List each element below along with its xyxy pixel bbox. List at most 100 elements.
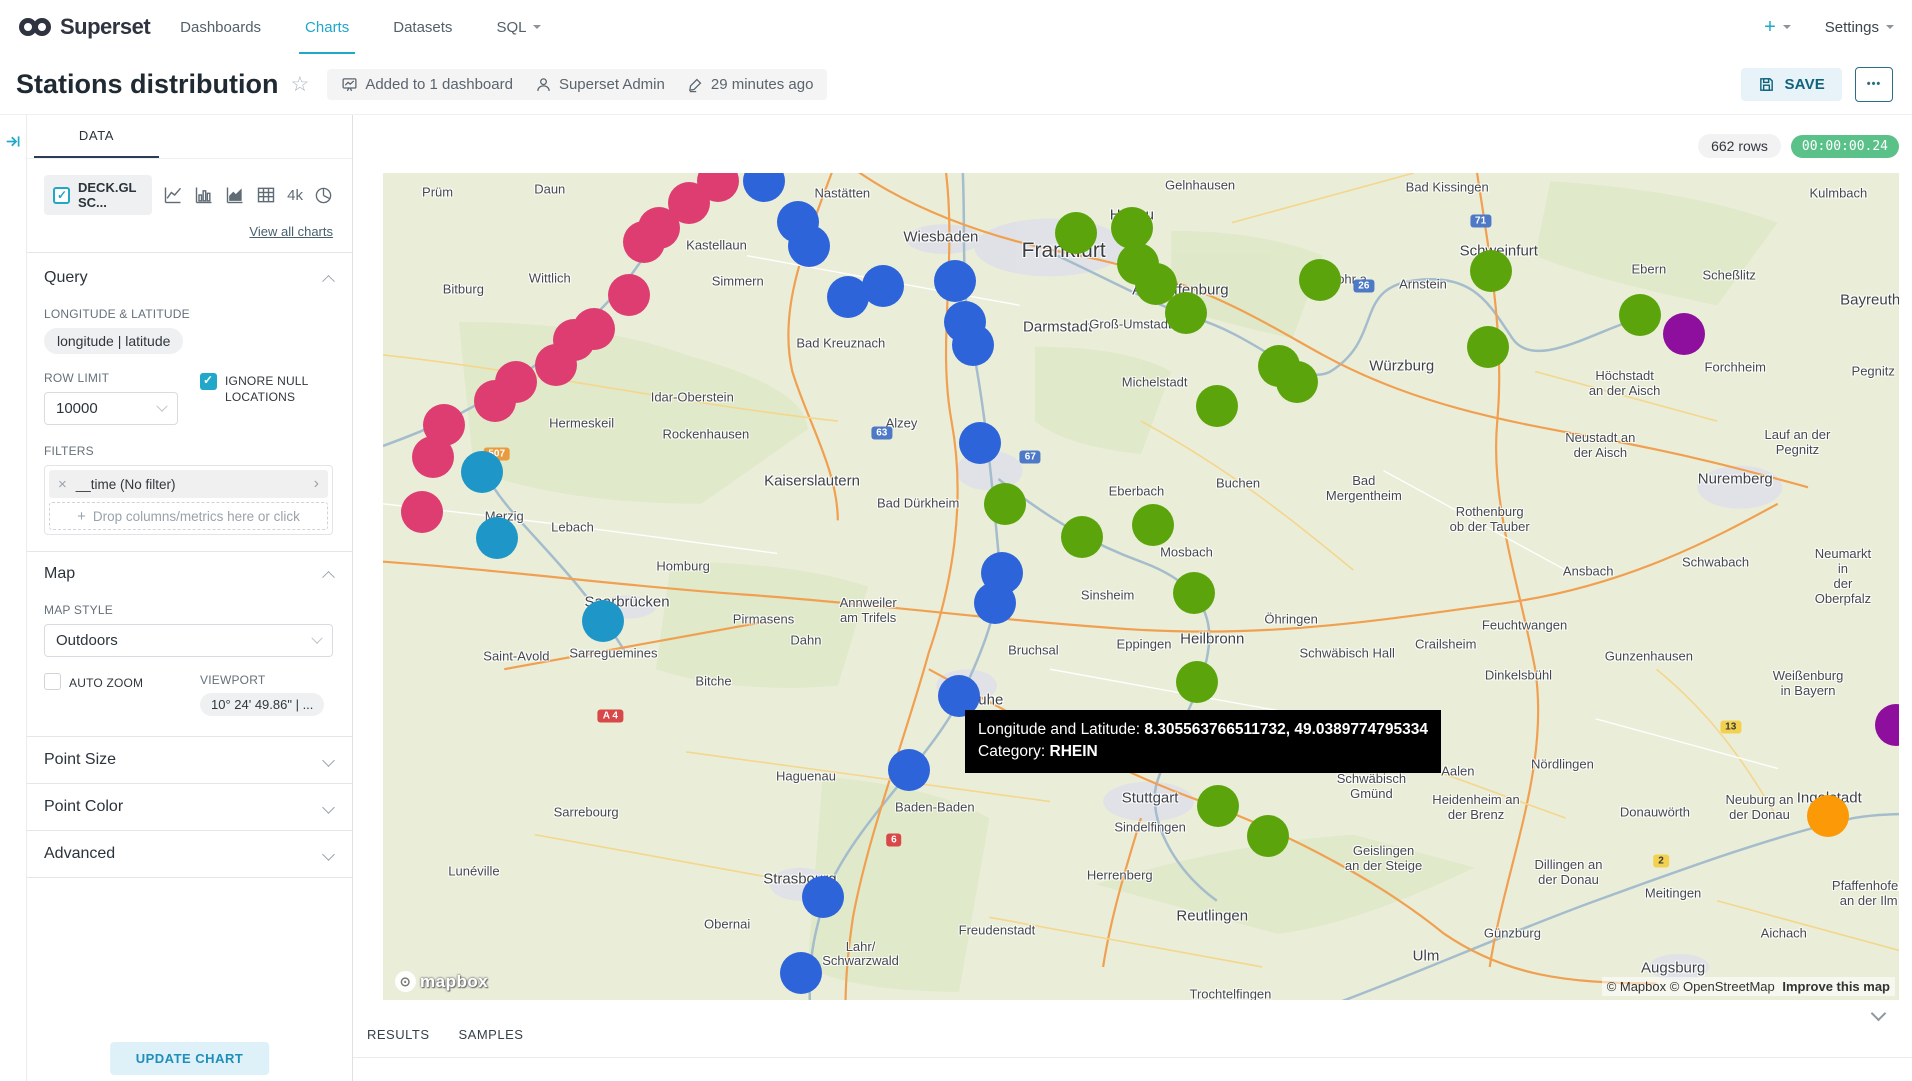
map-point-orange[interactable] — [1807, 795, 1849, 837]
settings-menu[interactable]: Settings — [1825, 19, 1894, 36]
superset-logo[interactable]: Superset — [18, 14, 150, 40]
map-tooltip: Longitude and Latitude: 8.30556376651173… — [965, 710, 1441, 773]
tab-samples[interactable]: SAMPLES — [459, 1027, 524, 1042]
viewport-pill[interactable]: 10° 24' 49.86" | ... — [200, 693, 324, 716]
tooltip-lonlat-label: Longitude and Latitude: — [978, 721, 1144, 738]
map-point-green[interactable] — [1299, 259, 1341, 301]
map-point-blue[interactable] — [952, 324, 994, 366]
save-button[interactable]: SAVE — [1741, 68, 1842, 101]
last-modified-badge[interactable]: 29 minutes ago — [687, 76, 814, 93]
auto-zoom-label: AUTO ZOOM — [69, 673, 143, 716]
map-point-green[interactable] — [1061, 516, 1103, 558]
update-chart-button[interactable]: UPDATE CHART — [110, 1042, 270, 1075]
filters-drop-zone[interactable]: + Drop columns/metrics here or click — [49, 502, 328, 530]
nav-item-charts[interactable]: Charts — [305, 0, 349, 54]
map-point-green[interactable] — [1619, 294, 1661, 336]
map-attribution[interactable]: © Mapbox © OpenStreetMap Improve this ma… — [1602, 977, 1895, 996]
map-point-green[interactable] — [1173, 572, 1215, 614]
auto-zoom-checkbox[interactable] — [44, 673, 61, 690]
map-point-green[interactable] — [1055, 212, 1097, 254]
mapbox-logo[interactable]: ⊙ mapbox — [395, 971, 488, 992]
map-point-green[interactable] — [1197, 785, 1239, 827]
map-point-pink[interactable] — [412, 436, 454, 478]
view-all-charts-link[interactable]: View all charts — [46, 224, 333, 239]
nav-item-sql[interactable]: SQL — [496, 0, 541, 54]
map-style-select[interactable]: Outdoors — [44, 624, 333, 657]
bar-chart-icon[interactable] — [194, 185, 214, 205]
tab-results[interactable]: RESULTS — [367, 1027, 430, 1042]
viz-type-label: DECK.GL SC... — [78, 180, 143, 210]
collapse-results-icon[interactable] — [1871, 1006, 1887, 1022]
map-canvas[interactable]: PrümDaunNastättenGelnhausenBad Kissingen… — [383, 173, 1899, 1000]
map-point-cyan[interactable] — [461, 451, 503, 493]
map-point-green[interactable] — [1132, 504, 1174, 546]
map-point-green[interactable] — [1165, 292, 1207, 334]
map-point-pink[interactable] — [535, 344, 577, 386]
map-point-blue[interactable] — [862, 265, 904, 307]
nav-item-dashboards[interactable]: Dashboards — [180, 0, 261, 54]
section-point-color[interactable]: Point Color — [27, 784, 352, 830]
map-point-green[interactable] — [1470, 250, 1512, 292]
filter-time-pill[interactable]: × __time (No filter) › — [49, 470, 328, 498]
save-icon — [1758, 76, 1775, 93]
line-chart-icon[interactable] — [163, 185, 183, 205]
plus-icon: + — [77, 508, 86, 525]
map-point-blue[interactable] — [974, 582, 1016, 624]
map-point-blue[interactable] — [934, 260, 976, 302]
section-title: Point Color — [44, 798, 123, 816]
improve-map-link[interactable]: Improve this map — [1782, 979, 1890, 994]
area-chart-icon[interactable] — [225, 185, 245, 205]
map-point-blue[interactable] — [780, 952, 822, 994]
more-options-button[interactable]: ••• — [1855, 67, 1893, 102]
road-shield: A 4 — [598, 710, 623, 723]
ignore-null-checkbox[interactable] — [200, 373, 217, 390]
nav-item-datasets[interactable]: Datasets — [393, 0, 452, 54]
plus-icon: + — [1764, 16, 1776, 39]
map-point-pink[interactable] — [474, 380, 516, 422]
map-point-green[interactable] — [1467, 326, 1509, 368]
infinity-logo-icon — [18, 16, 52, 38]
new-item-button[interactable]: + — [1764, 16, 1791, 39]
owner-badge[interactable]: Superset Admin — [535, 76, 665, 93]
map-point-cyan[interactable] — [476, 517, 518, 559]
dashboard-count-badge[interactable]: Added to 1 dashboard — [341, 76, 513, 93]
expand-panel-icon[interactable] — [5, 133, 22, 150]
mapbox-attribution-link[interactable]: © Mapbox — [1607, 979, 1666, 994]
map-point-green[interactable] — [1196, 385, 1238, 427]
viz-4k-option[interactable]: 4k — [287, 187, 303, 204]
viz-type-pill[interactable]: DECK.GL SC... — [44, 175, 152, 215]
pie-chart-icon[interactable] — [314, 186, 333, 205]
map-point-green[interactable] — [1176, 661, 1218, 703]
map-point-blue[interactable] — [888, 749, 930, 791]
map-point-purple[interactable] — [1663, 313, 1705, 355]
results-panel: RESULTS SAMPLES — [353, 1000, 1912, 1081]
osm-attribution-link[interactable]: © OpenStreetMap — [1670, 979, 1775, 994]
map-point-green[interactable] — [1247, 815, 1289, 857]
query-section-header[interactable]: Query — [44, 269, 333, 287]
remove-filter-icon[interactable]: × — [58, 476, 67, 493]
section-point-size[interactable]: Point Size — [27, 737, 352, 783]
map-point-blue[interactable] — [959, 422, 1001, 464]
expand-filter-icon[interactable]: › — [314, 475, 319, 493]
control-panel: DATA DECK.GL SC... 4k View — [27, 115, 353, 1081]
map-point-blue[interactable] — [788, 225, 830, 267]
pencil-icon — [687, 76, 704, 93]
chevron-up-icon — [322, 570, 335, 583]
row-limit-select[interactable]: 10000 — [44, 392, 178, 425]
section-advanced[interactable]: Advanced — [27, 831, 352, 877]
map-section-header[interactable]: Map — [44, 565, 333, 583]
map-point-pink[interactable] — [608, 274, 650, 316]
settings-label: Settings — [1825, 19, 1879, 36]
map-point-cyan[interactable] — [582, 600, 624, 642]
chart-header: Stations distribution ☆ Added to 1 dashb… — [0, 54, 1912, 115]
chevron-up-icon — [322, 274, 335, 287]
tab-data[interactable]: DATA — [34, 115, 159, 158]
table-icon[interactable] — [256, 185, 276, 205]
lonlat-pill[interactable]: longitude | latitude — [44, 328, 183, 354]
map-point-pink[interactable] — [623, 221, 665, 263]
map-point-blue[interactable] — [802, 876, 844, 918]
map-point-green[interactable] — [1276, 361, 1318, 403]
favorite-star-icon[interactable]: ☆ — [291, 72, 310, 97]
map-point-green[interactable] — [984, 483, 1026, 525]
map-point-pink[interactable] — [401, 491, 443, 533]
